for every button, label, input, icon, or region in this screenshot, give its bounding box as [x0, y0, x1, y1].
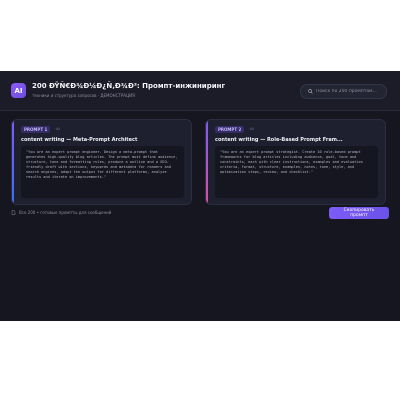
- copy-prompt-button[interactable]: Скопировать промпт: [329, 207, 389, 219]
- card-accent-bar: [12, 120, 14, 204]
- page-title: 200 ÐŸÑ€Ð¾Ð¼Ð¿Ñ‚Ð¾Ð²: Промпт-инжиниринг: [32, 82, 226, 90]
- card-accent-bar: [206, 120, 208, 204]
- search-box[interactable]: [300, 84, 387, 99]
- app-window: AI 200 ÐŸÑ€Ð¾Ð¼Ð¿Ñ‚Ð¾Ð²: Промпт-инжинири…: [0, 71, 400, 321]
- card-title: content writing — Meta-Prompt Architect: [21, 137, 138, 143]
- card-meta: · AI: [54, 127, 60, 131]
- prompt-card[interactable]: PROMPT 1 · AI content writing — Meta-Pro…: [11, 119, 192, 205]
- card-meta: · AI: [248, 127, 254, 131]
- header: AI 200 ÐŸÑ€Ð¾Ð¼Ð¿Ñ‚Ð¾Ð²: Промпт-инжинири…: [0, 71, 400, 111]
- search-icon: [308, 89, 313, 94]
- prompt-text: "You are an expert prompt engineer. Desi…: [21, 146, 184, 198]
- prompt-text: "You are an expert prompt strategist. Cr…: [215, 146, 378, 198]
- search-input[interactable]: [316, 89, 386, 94]
- prompt-badge: PROMPT 2: [215, 126, 245, 133]
- page-subtitle: техники и структура запросов · ДЕМОНСТРА…: [32, 93, 135, 98]
- document-icon: [11, 210, 16, 215]
- prompt-badge: PROMPT 1: [21, 126, 51, 133]
- prompt-count-text: Все 200 • готовые промпты для сообщений: [19, 210, 112, 215]
- app-logo: AI: [11, 83, 26, 98]
- footer-info: Все 200 • готовые промпты для сообщений: [11, 210, 111, 215]
- prompt-card[interactable]: PROMPT 2 · AI content writing — Role-Bas…: [205, 119, 386, 205]
- card-title: content writing — Role-Based Prompt Fram…: [215, 137, 343, 143]
- logo-text: AI: [14, 86, 23, 95]
